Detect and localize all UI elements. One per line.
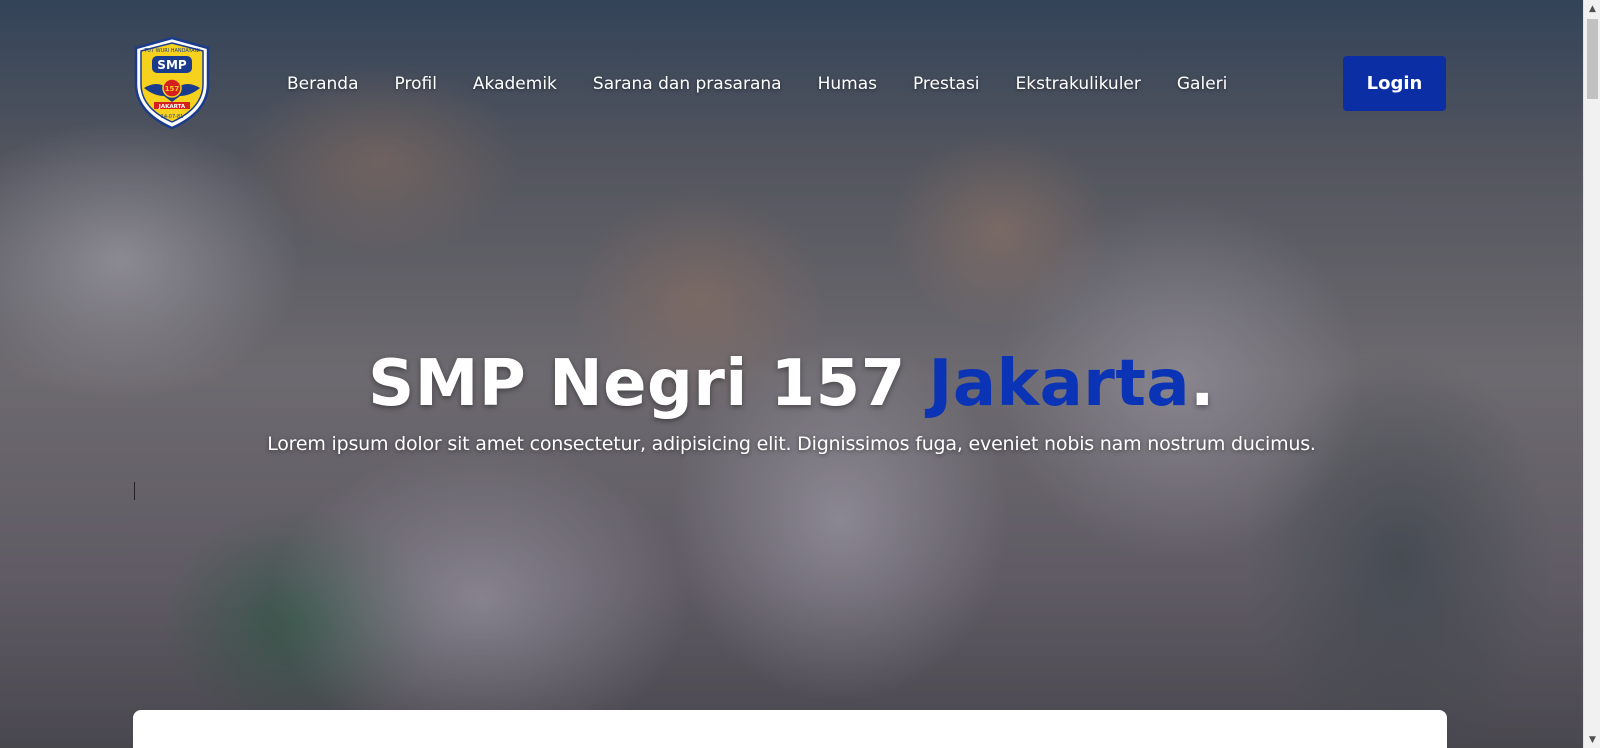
svg-text:14-07-81: 14-07-81 bbox=[161, 114, 184, 120]
hero-title: SMP Negri 157 Jakarta. bbox=[0, 344, 1583, 424]
hero-title-end: . bbox=[1190, 347, 1215, 421]
nav-item-prestasi[interactable]: Prestasi bbox=[913, 72, 980, 96]
svg-text:SMP: SMP bbox=[157, 58, 187, 72]
svg-text:157: 157 bbox=[165, 85, 180, 93]
nav-item-beranda[interactable]: Beranda bbox=[287, 72, 359, 96]
hero-title-main: SMP Negri 157 bbox=[368, 347, 929, 421]
svg-text:JAKARTA: JAKARTA bbox=[158, 104, 186, 110]
nav-item-sarana-dan-prasarana[interactable]: Sarana dan prasarana bbox=[593, 72, 782, 96]
login-button[interactable]: Login bbox=[1343, 56, 1446, 111]
page-scrollbar[interactable]: ▲ ▼ bbox=[1583, 0, 1600, 748]
nav-item-galeri[interactable]: Galeri bbox=[1177, 72, 1228, 96]
svg-text:TUT WURI HANDAYANI: TUT WURI HANDAYANI bbox=[143, 48, 200, 54]
nav-item-akademik[interactable]: Akademik bbox=[473, 72, 557, 96]
navbar: TUT WURI HANDAYANI SMP 157 JAKARTA 14-07… bbox=[0, 0, 1583, 170]
content-card bbox=[133, 710, 1447, 748]
text-cursor bbox=[134, 482, 135, 500]
school-emblem-icon[interactable]: TUT WURI HANDAYANI SMP 157 JAKARTA 14-07… bbox=[132, 36, 212, 130]
hero-title-accent: Jakarta bbox=[928, 347, 1191, 421]
main-nav: Beranda Profil Akademik Sarana dan prasa… bbox=[287, 72, 1263, 96]
hero-subtitle: Lorem ipsum dolor sit amet consectetur, … bbox=[267, 433, 1316, 455]
chevron-up-icon[interactable]: ▲ bbox=[1584, 0, 1600, 17]
nav-item-humas[interactable]: Humas bbox=[818, 72, 877, 96]
nav-item-ekstrakulikuler[interactable]: Ekstrakulikuler bbox=[1016, 72, 1141, 96]
chevron-down-icon[interactable]: ▼ bbox=[1584, 731, 1600, 748]
scrollbar-thumb[interactable] bbox=[1587, 19, 1598, 99]
nav-item-profil[interactable]: Profil bbox=[395, 72, 437, 96]
